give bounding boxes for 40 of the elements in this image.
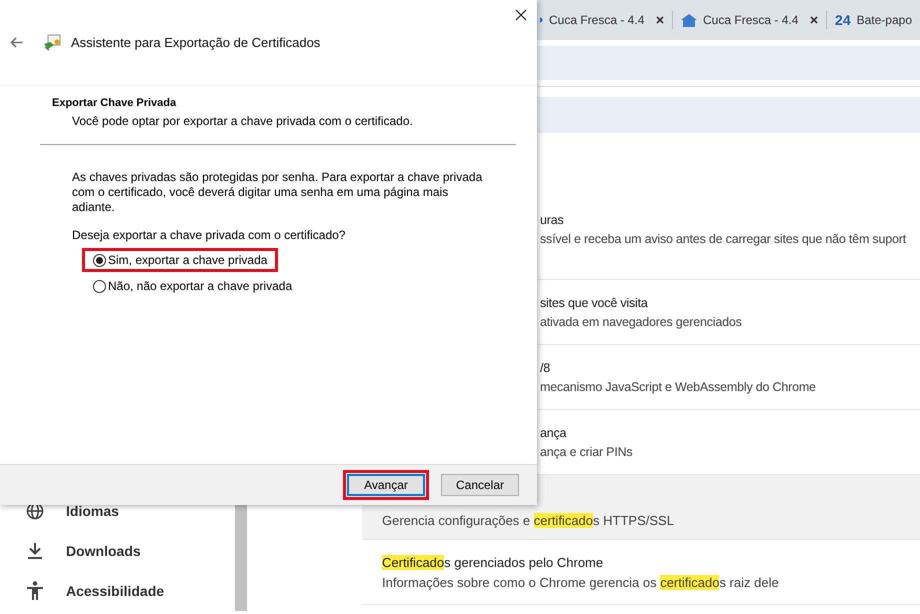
row-description: ssível e receba um aviso antes de carregar sites que não têm suport xyxy=(540,232,908,246)
globe-icon xyxy=(26,502,44,520)
row-title: sites que você visita xyxy=(540,296,649,310)
question-text: Deseja exportar a chave privada com o certificado? xyxy=(72,228,346,242)
option-label[interactable]: Não, não exportar a chave privada xyxy=(108,279,292,293)
row-description: Gerencia configurações e certificados HTTPS/SSL xyxy=(382,512,675,528)
row-title: uras xyxy=(540,212,565,226)
settings-row[interactable]: Certificados gerenciados pelo Chrome Informações sobre como o Chrome gerencia os certificados raiz dele xyxy=(362,540,920,605)
download-icon xyxy=(26,542,44,560)
next-button[interactable]: Avançar xyxy=(347,474,425,496)
house-icon xyxy=(681,14,698,26)
row-title: Certificados gerenciados pelo Chrome xyxy=(382,554,604,570)
sidebar-item[interactable]: Idiomas xyxy=(66,503,119,519)
certificate-icon xyxy=(43,34,61,50)
sidebar-item[interactable]: Downloads xyxy=(66,543,141,559)
row-description: Informações sobre como o Chrome gerencia os certificados raiz dele xyxy=(382,574,780,590)
tab-title[interactable]: Cuca Fresca - 4.4 xyxy=(703,13,798,27)
section-description: Você pode optar por exportar a chave privada com o certificado. xyxy=(72,114,414,128)
sidebar-item[interactable]: Acessibilidade xyxy=(66,583,164,599)
dialog-title: Assistente para Exportação de Certificados xyxy=(71,34,320,50)
close-icon[interactable] xyxy=(515,9,527,21)
favicon-icon xyxy=(540,17,543,23)
tab-title[interactable]: Cuca Fresca - 4.4 xyxy=(549,13,644,27)
row-title: /8 xyxy=(540,360,552,374)
scrollbar-thumb[interactable] xyxy=(235,503,247,611)
accessibility-icon xyxy=(26,581,44,601)
tab-title[interactable]: Bate-papo xyxy=(856,13,912,27)
row-description: ança e criar PINs xyxy=(540,444,634,458)
section-heading: Exportar Chave Privada xyxy=(52,97,178,109)
radio-button[interactable] xyxy=(93,254,106,266)
row-title: ança xyxy=(540,426,568,440)
radio-button[interactable] xyxy=(93,280,106,292)
option-label[interactable]: Sim, exportar a chave privada xyxy=(108,253,268,267)
unread-count: 24 xyxy=(835,12,851,28)
close-icon[interactable] xyxy=(810,16,818,24)
row-description: ativada em navegadores gerenciados xyxy=(540,314,743,328)
row-description: mecanismo JavaScript e WebAssembly do Chrome xyxy=(540,380,817,394)
close-icon[interactable] xyxy=(656,16,664,24)
cancel-button[interactable]: Cancelar xyxy=(441,474,519,496)
back-arrow-icon[interactable] xyxy=(10,36,23,48)
